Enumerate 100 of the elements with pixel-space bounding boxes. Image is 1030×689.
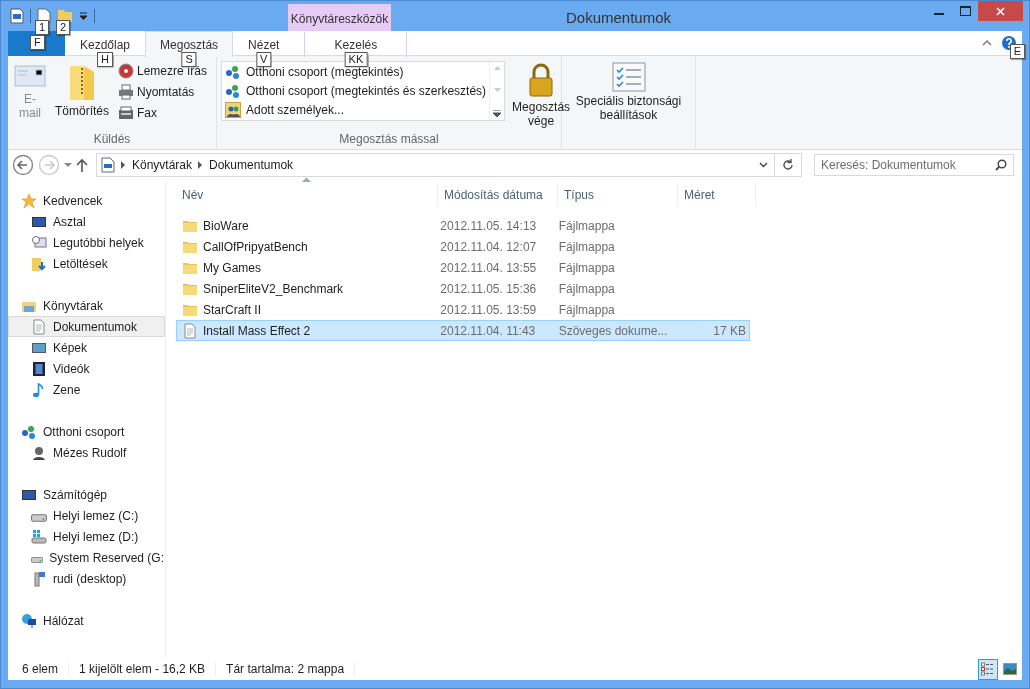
maximize-icon <box>959 6 971 16</box>
nav-item[interactable]: Helyi lemez (D:) <box>8 526 165 547</box>
type-cell-text: Fájlmappa <box>557 239 616 254</box>
more-icon[interactable] <box>493 110 502 117</box>
status-text: 1 kijelölt elem - 16,2 KB <box>69 662 217 676</box>
collapse-ribbon-icon[interactable] <box>982 40 992 46</box>
ribbon-button[interactable]: Fax <box>116 102 210 123</box>
ribbon-button[interactable]: Megosztás vége <box>509 60 574 130</box>
group-label: Küldés <box>92 132 132 148</box>
column-header[interactable]: Típus <box>558 183 678 207</box>
checklist-icon <box>611 62 646 92</box>
file-row[interactable]: My Games 2012.11.04. 13:55 Fájlmappa <box>176 257 750 278</box>
disc-icon <box>118 62 134 79</box>
nav-item[interactable]: Zene <box>8 379 165 400</box>
nav-item[interactable]: Számítógép <box>8 484 165 505</box>
minimize-icon <box>934 13 944 15</box>
nav-item[interactable]: Könyvtárak <box>8 295 165 316</box>
type-cell-text: Szöveges dokume... <box>557 323 669 338</box>
file-name: StarCraft II <box>177 301 436 318</box>
gallery-item[interactable]: Adott személyek... <box>225 100 487 119</box>
system-drive-icon <box>31 528 47 545</box>
film-icon <box>31 360 47 377</box>
people-icon <box>225 101 241 118</box>
search-field[interactable]: Keresés: Dokumentumok <box>814 154 1014 176</box>
nav-item[interactable]: rudi (desktop) <box>8 568 165 589</box>
homegroup-icon <box>225 64 241 81</box>
recent-places-icon <box>31 234 47 251</box>
nav-item[interactable]: Asztal <box>8 211 165 232</box>
date-cell-text: 2012.11.05. 13:59 <box>439 302 538 317</box>
nav-item[interactable]: Dokumentumok <box>8 316 165 337</box>
file-name: Install Mass Effect 2 <box>177 322 436 339</box>
dropdown-icon[interactable] <box>759 162 768 168</box>
star-icon <box>21 192 37 209</box>
file-row[interactable]: BioWare 2012.11.05. 14:13 Fájlmappa <box>176 215 750 236</box>
document-icon <box>101 157 115 173</box>
type-cell-text: Fájlmappa <box>557 281 616 296</box>
homegroup-icon <box>21 423 37 440</box>
back-icon[interactable] <box>12 154 34 176</box>
file-name: My Games <box>177 259 436 276</box>
recent-dropdown-icon[interactable] <box>64 162 72 168</box>
column-header[interactable]: Módosítás dátuma <box>438 183 558 207</box>
refresh-icon <box>782 159 794 171</box>
group-label: Megosztás mással <box>338 132 440 148</box>
date-cell-text: 2012.11.05. 15:36 <box>439 281 538 296</box>
gallery-item[interactable]: Otthoni csoport (megtekintés és szerkesztés) <box>225 81 487 101</box>
key-tip: H <box>97 52 113 67</box>
download-folder-icon <box>31 255 47 272</box>
type-cell-text: Fájlmappa <box>557 218 616 233</box>
properties-icon[interactable] <box>10 8 24 24</box>
ribbon-button[interactable]: Nyomtatás <box>116 81 210 102</box>
drive-icon <box>31 555 44 564</box>
breadcrumb[interactable]: Könyvtárak <box>132 158 193 172</box>
key-tip: V <box>256 52 272 67</box>
refresh-button[interactable] <box>775 153 802 177</box>
nav-item[interactable]: Otthoni csoport <box>8 421 165 442</box>
chevron-right-icon[interactable] <box>198 161 204 169</box>
up-arrow-icon[interactable] <box>76 158 88 172</box>
nav-item[interactable]: Kedvencek <box>8 190 165 211</box>
file-name: BioWare <box>177 217 436 234</box>
network-icon <box>21 612 37 629</box>
nav-item[interactable]: Képek <box>8 337 165 358</box>
chevron-right-icon[interactable] <box>121 161 126 169</box>
nav-item[interactable]: System Reserved (G: <box>8 547 165 568</box>
file-name: CallOfPripyatBench <box>177 238 436 255</box>
close-icon <box>996 6 1005 16</box>
nav-item[interactable]: Letöltések <box>8 253 165 274</box>
size-cell-text: 17 KB <box>712 323 747 338</box>
dropdown-icon[interactable] <box>79 12 88 20</box>
printer-icon <box>118 83 134 100</box>
nav-item[interactable]: Hálózat <box>8 610 165 631</box>
nav-item[interactable]: Helyi lemez (C:) <box>8 505 165 526</box>
address-bar[interactable]: Könyvtárak Dokumentumok <box>96 153 775 177</box>
key-tip: S <box>181 52 197 67</box>
nav-item[interactable]: Mézes Rudolf <box>8 442 165 463</box>
drive-icon <box>31 513 47 522</box>
file-row[interactable]: CallOfPripyatBench 2012.11.04. 12:07 Fájlmappa <box>176 236 750 257</box>
date-cell-text: 2012.11.04. 12:07 <box>439 239 538 254</box>
file-name: SniperEliteV2_Benchmark <box>177 280 436 297</box>
fax-icon <box>118 104 134 121</box>
key-tip: E <box>1009 44 1025 59</box>
file-row[interactable]: StarCraft II 2012.11.05. 13:59 Fájlmappa <box>176 299 750 320</box>
column-header[interactable]: Név <box>176 183 438 207</box>
nav-item[interactable]: Videók <box>8 358 165 379</box>
key-tip: 2 <box>56 20 71 35</box>
contextual-tab-header: Könyvtáreszközök <box>288 4 391 31</box>
document-icon <box>31 318 47 335</box>
key-tip: 1 <box>35 20 50 35</box>
breadcrumb[interactable]: Dokumentumok <box>209 158 294 172</box>
view-button[interactable] <box>978 658 998 680</box>
file-row[interactable]: Install Mass Effect 2 2012.11.04. 11:43 Szöveges dokume... 17 KB <box>176 320 750 341</box>
status-text: Tár tartalma: 2 mappa <box>216 662 356 676</box>
key-tip: KK <box>344 52 368 67</box>
file-row[interactable]: SniperEliteV2_Benchmark 2012.11.05. 15:36 Fájlmappa <box>176 278 750 299</box>
network-drive-icon <box>31 570 47 587</box>
nav-item[interactable]: Legutóbbi helyek <box>8 232 165 253</box>
details-view-icon <box>981 662 995 676</box>
search-icon <box>995 159 1007 171</box>
file-tab[interactable]: F <box>8 31 65 56</box>
type-cell-text: Fájlmappa <box>557 302 616 317</box>
column-header[interactable]: Méret <box>678 183 756 207</box>
